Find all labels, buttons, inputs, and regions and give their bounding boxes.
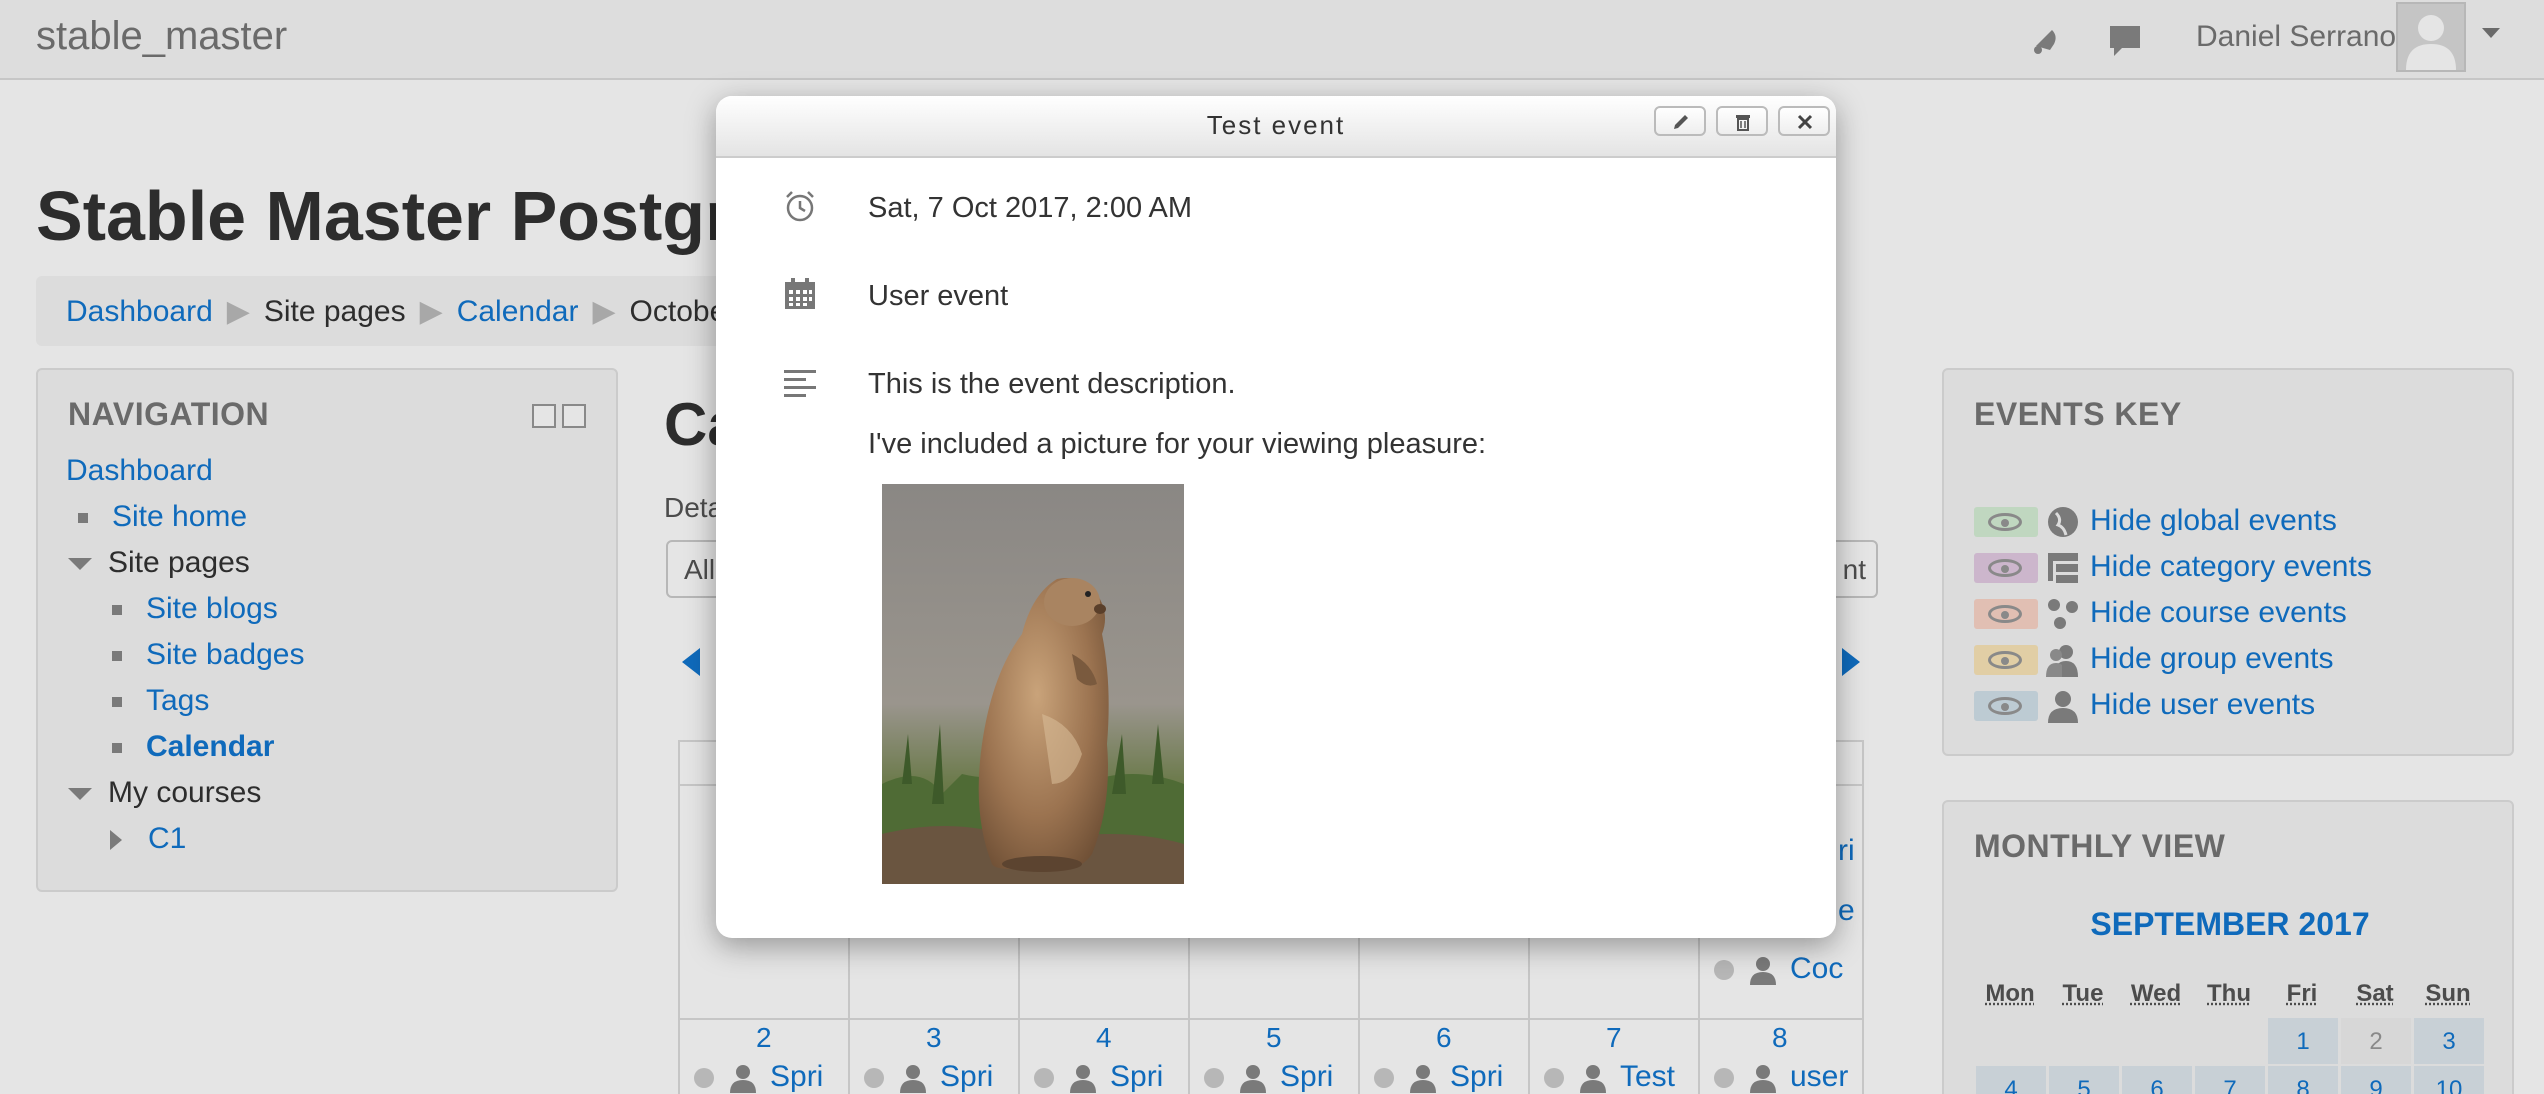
trash-icon	[1736, 115, 1750, 131]
close-dialog-button[interactable]	[1778, 106, 1830, 136]
pencil-icon	[1674, 115, 1688, 129]
calendar-icon	[785, 278, 815, 309]
description-align-left-icon	[784, 370, 816, 397]
event-date: Sat, 7 Oct 2017, 2:00 AM	[868, 192, 1193, 224]
prairie-dog-image	[882, 484, 1184, 884]
event-description-image	[882, 484, 1184, 884]
event-description-line2: I've included a picture for your viewing…	[868, 428, 1487, 460]
close-icon	[1797, 114, 1813, 130]
event-description: This is the event description.	[868, 368, 1236, 400]
event-details-dialog: Test event Sat, 7 Oct 2017, 2:00 AM User…	[716, 96, 1836, 938]
dialog-header: Test event	[716, 96, 1836, 158]
delete-event-button[interactable]	[1716, 106, 1768, 136]
edit-event-button[interactable]	[1654, 106, 1706, 136]
clock-icon	[786, 191, 814, 222]
event-type: User event	[868, 280, 1009, 312]
